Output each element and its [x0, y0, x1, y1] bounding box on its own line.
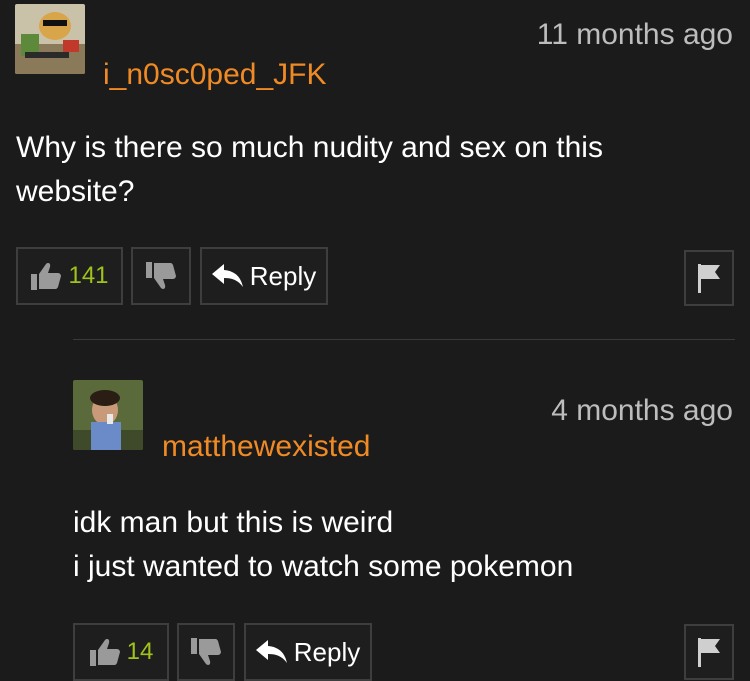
comment-line: website? [16, 175, 135, 208]
comment-line: Why is there so much nudity and sex on t… [16, 131, 603, 164]
like-button[interactable]: 14 [73, 623, 169, 681]
comment-text: idk man but this is weird i just wanted … [73, 501, 573, 589]
divider [73, 339, 735, 340]
reply-label: Reply [293, 636, 361, 667]
comment-text: Why is there so much nudity and sex on t… [16, 126, 603, 214]
username[interactable]: matthewexisted [162, 432, 370, 462]
timestamp: 11 months ago [536, 18, 733, 51]
like-count: 14 [126, 638, 154, 665]
thumbs-up-icon [30, 261, 62, 291]
dislike-button[interactable] [131, 247, 191, 305]
avatar[interactable] [15, 4, 85, 74]
reply-arrow-icon [211, 264, 244, 288]
flag-icon [696, 636, 722, 668]
thumbs-up-icon [89, 637, 121, 667]
thumbs-down-icon [145, 261, 177, 291]
reply-button[interactable]: Reply [200, 247, 328, 305]
dislike-button[interactable] [177, 623, 235, 681]
flag-icon [696, 262, 722, 294]
avatar[interactable] [73, 380, 143, 450]
username[interactable]: i_n0sc0ped_JFK [103, 60, 326, 90]
thumbs-down-icon [190, 637, 222, 667]
like-button[interactable]: 141 [16, 247, 123, 305]
like-count: 141 [68, 262, 109, 289]
comment-line: idk man but this is weird [73, 506, 394, 539]
timestamp: 4 months ago [551, 394, 733, 427]
reply-label: Reply [249, 260, 317, 291]
reply-button[interactable]: Reply [244, 623, 372, 681]
flag-button[interactable] [684, 624, 734, 680]
comment-line: i just wanted to watch some pokemon [73, 550, 574, 583]
reply-arrow-icon [255, 640, 288, 664]
flag-button[interactable] [684, 250, 734, 306]
